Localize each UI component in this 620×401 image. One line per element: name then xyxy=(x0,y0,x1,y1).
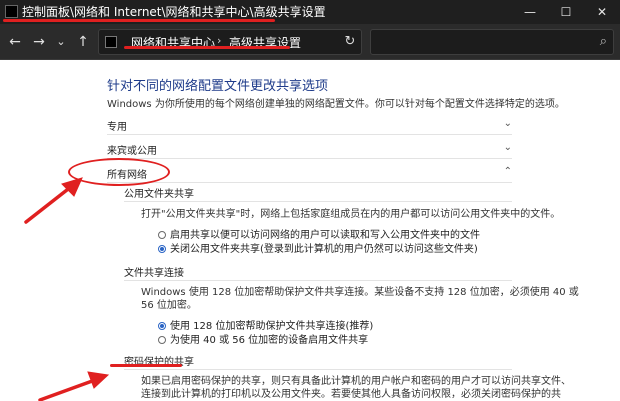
annotation-arrows xyxy=(24,177,110,401)
annotation-arrow-lower xyxy=(38,371,110,401)
annotation-arrow-upper xyxy=(24,177,83,224)
